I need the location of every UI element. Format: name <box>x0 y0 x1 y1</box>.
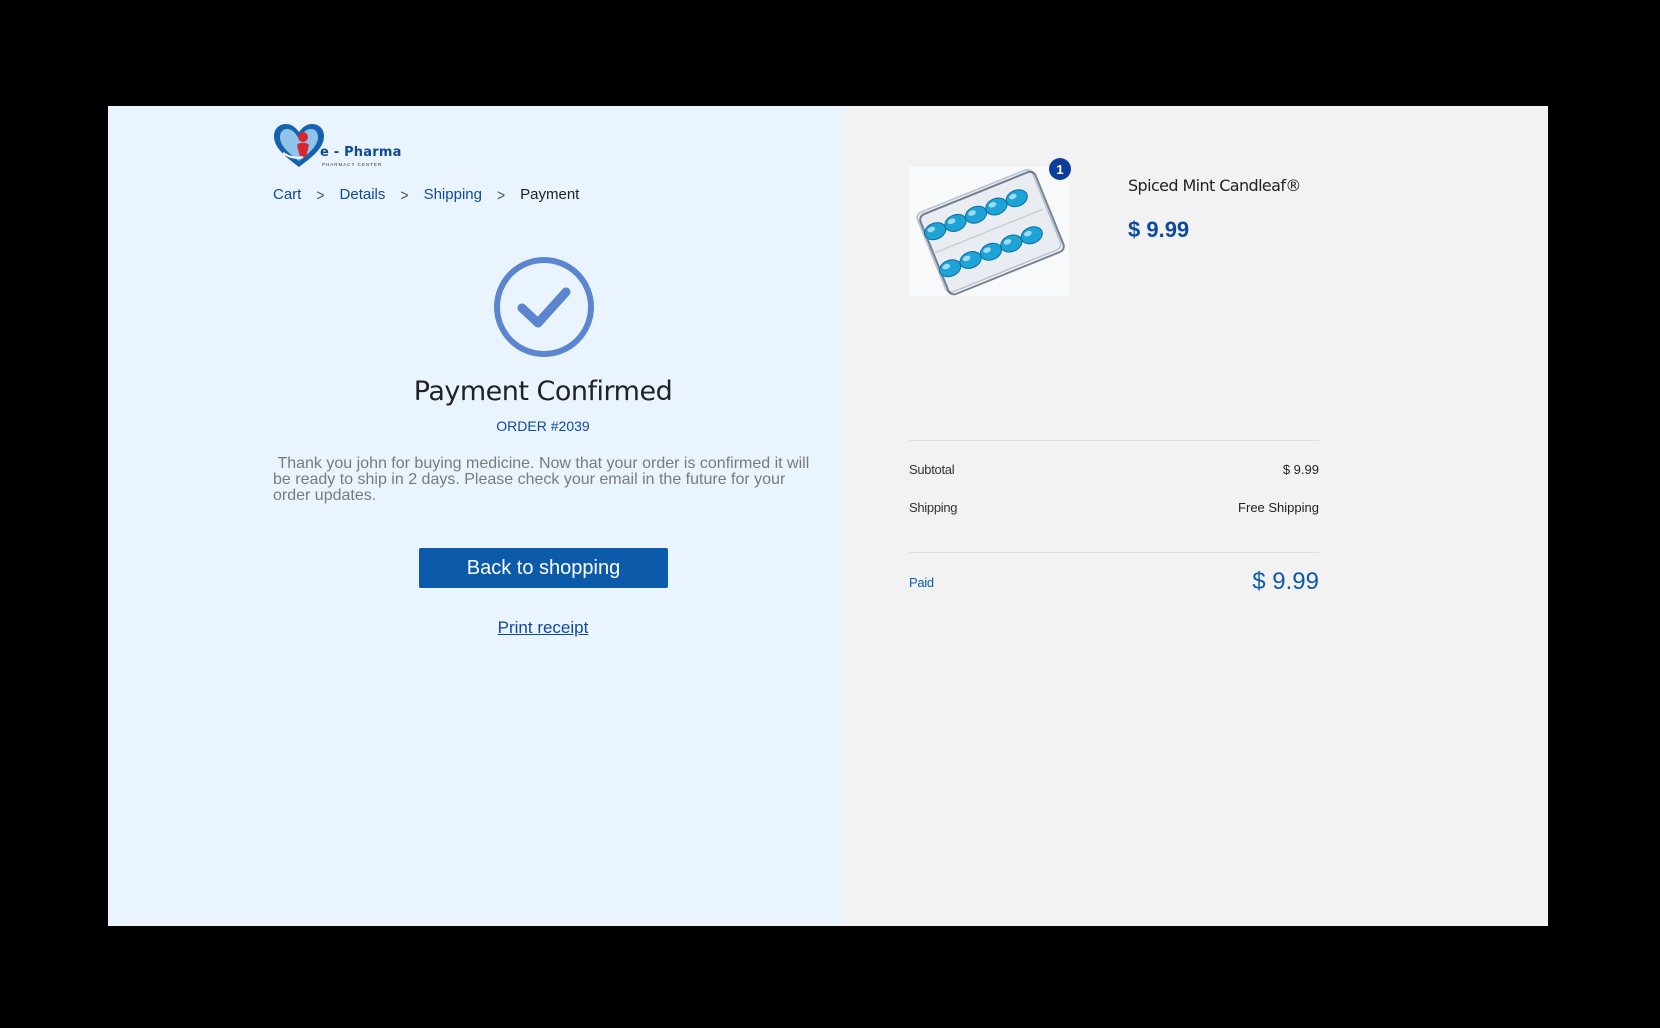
confirmation-pane: e - Pharma PHARMACY CENTER Cart > Detail… <box>108 106 843 926</box>
summary-divider <box>909 552 1319 553</box>
shipping-row: Shipping Free Shipping <box>909 500 1319 515</box>
back-to-shopping-button[interactable]: Back to shopping <box>419 548 668 588</box>
subtotal-row: Subtotal $ 9.99 <box>909 462 1319 477</box>
chevron-right-icon: > <box>316 185 325 204</box>
product-name: Spiced Mint Candleaf® <box>1128 176 1301 195</box>
chevron-right-icon: > <box>496 185 506 204</box>
shipping-label: Shipping <box>909 500 958 515</box>
breadcrumb: Cart > Details > Shipping > Payment <box>273 185 580 204</box>
chevron-right-icon: > <box>400 185 409 204</box>
brand-name: e - Pharma <box>320 145 402 160</box>
paid-value: $ 9.99 <box>1252 568 1319 595</box>
checkout-window: e - Pharma PHARMACY CENTER Cart > Detail… <box>108 106 1548 926</box>
product-image <box>909 166 1069 296</box>
summary-divider <box>909 440 1319 441</box>
heart-logo-icon <box>274 124 324 167</box>
breadcrumb-payment: Payment <box>520 186 580 203</box>
order-summary-pane: 1 Spiced Mint Candleaf® $ 9.99 Subtotal … <box>843 106 1548 926</box>
breadcrumb-shipping[interactable]: Shipping <box>424 186 482 203</box>
breadcrumb-cart[interactable]: Cart <box>273 186 301 203</box>
paid-label: Paid <box>909 574 934 590</box>
confirmation-message: Thank you john for buying medicine. Now … <box>273 455 814 504</box>
brand-tagline: PHARMACY CENTER <box>322 162 383 167</box>
check-circle-icon <box>493 256 595 358</box>
paid-row: Paid $ 9.99 <box>909 568 1319 596</box>
shipping-value: Free Shipping <box>1238 500 1319 515</box>
brand-logo[interactable]: e - Pharma PHARMACY CENTER <box>273 123 403 171</box>
quantity-badge: 1 <box>1049 158 1071 180</box>
breadcrumb-details[interactable]: Details <box>340 186 386 203</box>
product-price: $ 9.99 <box>1128 217 1190 242</box>
subtotal-value: $ 9.99 <box>1282 462 1319 477</box>
subtotal-label: Subtotal <box>909 462 955 477</box>
